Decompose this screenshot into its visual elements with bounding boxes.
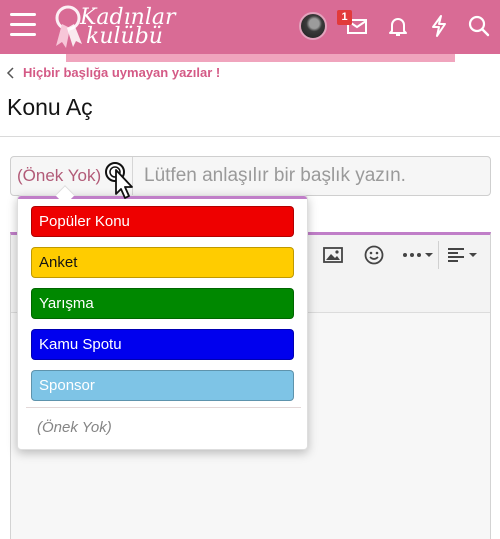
breadcrumb[interactable]: Hiçbir başlığa uymayan yazılar ! [6,65,220,80]
menu-divider [26,407,301,408]
mouse-pointer-icon [105,162,133,199]
breadcrumb-link[interactable]: Hiçbir başlığa uymayan yazılar ! [23,65,220,80]
logo-text-line2: kulübü [86,24,163,49]
prefix-option-poll[interactable]: Anket [31,247,294,278]
page-title: Konu Aç [7,94,93,120]
header-accent-bar [66,54,455,62]
thread-title-row: (Önek Yok) [10,156,491,196]
avatar[interactable] [299,12,327,40]
image-icon[interactable] [322,243,344,267]
thread-title-input[interactable] [134,157,489,195]
prefix-dropdown: Popüler Konu Anket Yarışma Kamu Spotu Sp… [17,195,308,450]
smiley-icon[interactable] [363,243,385,267]
logo[interactable]: Kadınlar kulübü [52,2,182,52]
prefix-option-none[interactable]: (Önek Yok) [37,419,112,436]
align-icon[interactable] [446,243,482,267]
toolbar-separator [438,241,439,269]
app-header: Kadınlar kulübü 1 [0,0,500,54]
prefix-option-contest[interactable]: Yarışma [31,288,294,319]
more-icon[interactable] [401,243,435,267]
prefix-option-public-service[interactable]: Kamu Spotu [31,329,294,360]
lightning-icon[interactable] [427,14,451,38]
divider [0,136,500,137]
bell-icon[interactable] [386,14,410,38]
notification-badge: 1 [337,10,352,25]
prefix-option-sponsor[interactable]: Sponsor [31,370,294,401]
prefix-option-popular[interactable]: Popüler Konu [31,206,294,237]
search-icon[interactable] [467,14,491,38]
chevron-left-icon [6,66,14,79]
menu-icon[interactable] [10,13,36,37]
